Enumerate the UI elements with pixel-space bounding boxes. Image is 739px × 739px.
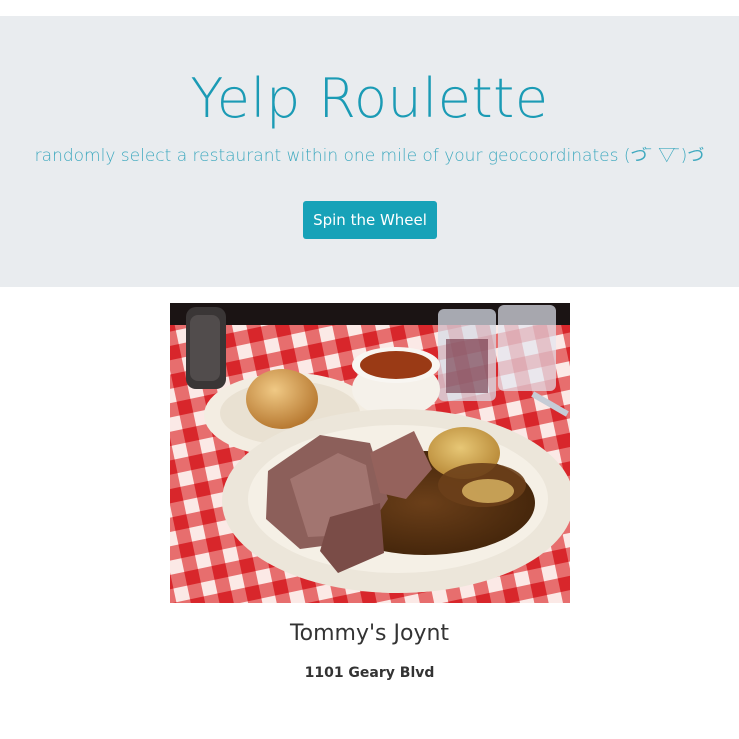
restaurant-name: Tommy's Joynt [289, 621, 450, 646]
food-plate-illustration [170, 303, 570, 603]
page-subtitle: randomly select a restaurant within one … [34, 146, 705, 166]
spin-the-wheel-button[interactable]: Spin the Wheel [303, 201, 437, 239]
restaurant-address: 1101 Geary Blvd [304, 665, 435, 681]
hero-banner: Yelp Roulette randomly select a restaura… [0, 16, 739, 287]
restaurant-photo [170, 303, 570, 603]
page-title: Yelp Roulette [190, 67, 549, 130]
